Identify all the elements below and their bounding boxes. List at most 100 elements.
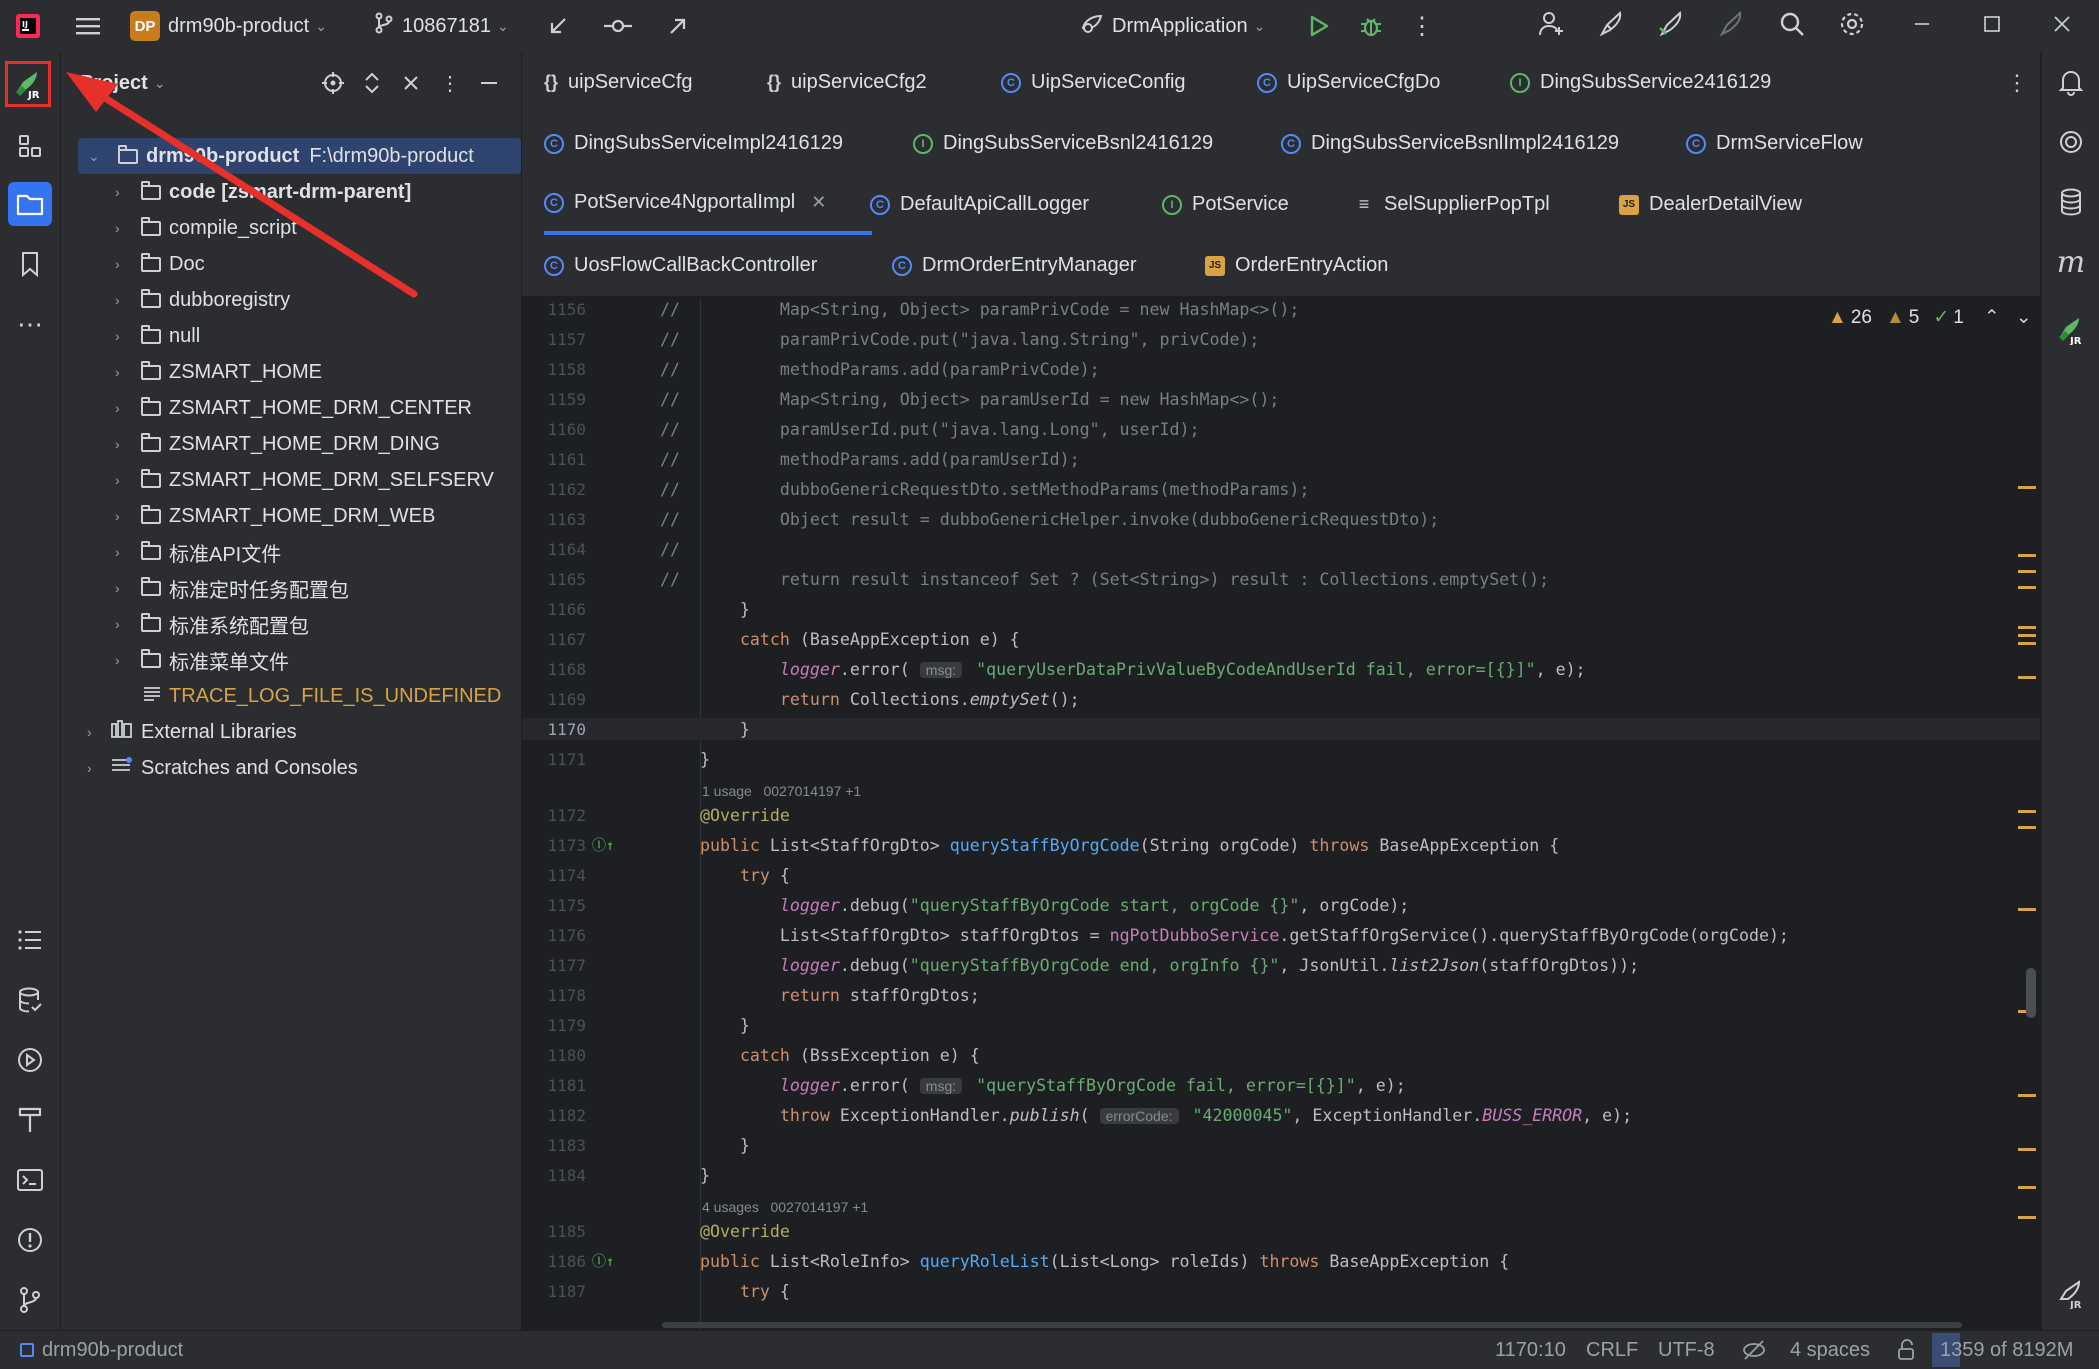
tree-item-standard-menu-files[interactable]: › 标准菜单文件 — [61, 642, 521, 678]
warning-marker[interactable] — [2018, 626, 2036, 629]
update-project-icon[interactable] — [544, 12, 572, 40]
jrebel-panel-icon[interactable]: JR — [5, 61, 51, 107]
minimize-window-icon[interactable] — [1908, 10, 1936, 38]
structure-icon[interactable] — [10, 126, 50, 166]
usages-inlay[interactable]: 4 usages 0027014197 +1 — [702, 1199, 868, 1215]
ai-assistant-icon[interactable] — [2051, 122, 2091, 162]
chevron-right-icon[interactable]: › — [115, 508, 133, 524]
chevron-down-icon[interactable]: ⌄ — [154, 75, 166, 92]
warning-marker[interactable] — [2018, 826, 2036, 829]
todo-list-icon[interactable] — [10, 920, 50, 960]
intellij-logo-icon[interactable]: IJ — [14, 12, 42, 40]
collapse-all-icon[interactable] — [396, 68, 426, 98]
locate-file-icon[interactable] — [318, 68, 348, 98]
editor-tab[interactable]: {} uipServiceCfg — [544, 52, 693, 113]
indent-setting[interactable]: 4 spaces — [1790, 1331, 1870, 1369]
status-project[interactable]: drm90b-product — [20, 1331, 183, 1369]
notifications-bell-icon[interactable] — [2051, 62, 2091, 102]
warning-marker[interactable] — [2018, 1094, 2036, 1097]
horizontal-scrollbar[interactable] — [662, 1322, 1962, 1328]
jrebel-icon[interactable]: JR — [2051, 310, 2091, 350]
memory-indicator[interactable]: 1359 of 8192M — [1932, 1331, 2082, 1369]
lock-icon[interactable] — [1896, 1331, 1916, 1369]
project-switcher[interactable]: DP drm90b-product ⌄ — [130, 8, 327, 44]
warning-marker[interactable] — [2018, 676, 2036, 679]
warning-marker[interactable] — [2018, 642, 2036, 645]
tree-item-doc[interactable]: › Doc — [61, 246, 521, 282]
warning-marker[interactable] — [2018, 634, 2036, 637]
jrebel-deploy-icon[interactable] — [1598, 10, 1626, 38]
tree-item-external-libraries[interactable]: › External Libraries — [61, 714, 521, 750]
settings-gear-icon[interactable] — [1838, 10, 1866, 38]
terminal-icon[interactable] — [10, 1160, 50, 1200]
jrebel-console-icon[interactable]: JR — [2051, 1274, 2091, 1314]
close-window-icon[interactable] — [2048, 10, 2076, 38]
tab-options-icon[interactable]: ⋮ — [2006, 52, 2028, 113]
tree-item-compile-script[interactable]: › compile_script — [61, 210, 521, 246]
services-icon[interactable] — [10, 1040, 50, 1080]
chevron-right-icon[interactable]: › — [115, 580, 133, 596]
tree-item-zsmart-home-drm-web[interactable]: › ZSMART_HOME_DRM_WEB — [61, 498, 521, 534]
tree-item-code[interactable]: › code [zsmart-drm-parent] — [61, 174, 521, 210]
chevron-right-icon[interactable]: › — [87, 760, 105, 776]
chevron-right-icon[interactable]: › — [115, 256, 133, 272]
problems-icon[interactable] — [10, 1220, 50, 1260]
chevron-right-icon[interactable]: › — [115, 436, 133, 452]
warning-marker[interactable] — [2018, 1186, 2036, 1189]
project-folder-icon[interactable] — [8, 182, 52, 226]
build-hammer-icon[interactable] — [10, 1100, 50, 1140]
warning-marker[interactable] — [2018, 554, 2036, 557]
tree-item-scratches-and-consoles[interactable]: › Scratches and Consoles — [61, 750, 521, 786]
maven-icon[interactable]: m — [2051, 242, 2091, 282]
code-editor[interactable]: 1156 // Map<String, Object> paramPrivCode… — [522, 298, 2040, 1330]
caret-position[interactable]: 1170:10 — [1495, 1331, 1566, 1369]
warning-marker[interactable] — [2018, 1148, 2036, 1151]
search-icon[interactable] — [1778, 10, 1806, 38]
editor-tab[interactable]: C UosFlowCallBackController — [544, 235, 817, 296]
editor-scrollbar-thumb[interactable] — [2026, 968, 2036, 1018]
branch-switcher[interactable]: 10867181 ⌄ — [374, 8, 509, 44]
editor-tab[interactable]: C DefaultApiCallLogger — [870, 174, 1089, 235]
chevron-right-icon[interactable]: › — [115, 400, 133, 416]
debug-icon[interactable] — [1357, 12, 1385, 40]
maximize-window-icon[interactable] — [1978, 10, 2006, 38]
chevron-right-icon[interactable]: › — [115, 184, 133, 200]
tree-item-root[interactable]: ⌄ drm90b-product F:\drm90b-product — [78, 138, 521, 174]
implements-method-gutter-icon[interactable]: Ⓘ↑ — [592, 835, 614, 855]
tree-item-standard-scheduled-tasks[interactable]: › 标准定时任务配置包 — [61, 570, 521, 606]
panel-options-icon[interactable]: ⋮ — [435, 68, 465, 98]
editor-tab[interactable]: C DingSubsServiceImpl2416129 — [544, 113, 843, 174]
chevron-right-icon[interactable]: › — [115, 364, 133, 380]
editor-tab[interactable]: C DrmServiceFlow — [1686, 113, 1863, 174]
database-icon[interactable] — [2051, 182, 2091, 222]
editor-tab[interactable]: {} uipServiceCfg2 — [767, 52, 927, 113]
chevron-right-icon[interactable]: › — [115, 616, 133, 632]
chevron-right-icon[interactable]: › — [115, 544, 133, 560]
editor-tab[interactable]: C DingSubsServiceBsnlImpl2416129 — [1281, 113, 1619, 174]
project-panel-title[interactable]: Project — [80, 72, 148, 95]
warning-marker[interactable] — [2018, 1216, 2036, 1219]
editor-tab[interactable]: JS OrderEntryAction — [1205, 235, 1388, 296]
editor-tab[interactable]: I PotService — [1162, 174, 1289, 235]
tree-item-standard-api[interactable]: › 标准API文件 — [61, 534, 521, 570]
bookmarks-icon[interactable] — [10, 244, 50, 284]
warning-marker[interactable] — [2018, 586, 2036, 589]
chevron-right-icon[interactable]: › — [115, 328, 133, 344]
run-icon[interactable] — [1305, 12, 1333, 40]
file-encoding[interactable]: UTF-8 — [1658, 1331, 1715, 1369]
chevron-right-icon[interactable]: › — [115, 472, 133, 488]
editor-tab[interactable]: C DrmOrderEntryManager — [892, 235, 1137, 296]
editor-tab[interactable]: C UipServiceConfig — [1001, 52, 1186, 113]
editor-tab[interactable]: I DingSubsService2416129 — [1510, 52, 1771, 113]
more-tool-windows-icon[interactable]: ⋯ — [10, 304, 50, 344]
jrebel-run-icon[interactable] — [1658, 10, 1686, 38]
add-user-icon[interactable] — [1538, 10, 1566, 38]
editor-tab[interactable]: I DingSubsServiceBsnl2416129 — [913, 113, 1213, 174]
more-actions-icon[interactable]: ⋮ — [1408, 12, 1436, 40]
run-config-selector[interactable]: DrmApplication ⌄ — [1080, 8, 1265, 44]
tree-item-zsmart-home[interactable]: › ZSMART_HOME — [61, 354, 521, 390]
editor-tab[interactable]: ≡ SelSupplierPopTpl — [1354, 174, 1550, 235]
tree-item-zsmart-home-drm-center[interactable]: › ZSMART_HOME_DRM_CENTER — [61, 390, 521, 426]
warning-marker[interactable] — [2018, 908, 2036, 911]
chevron-right-icon[interactable]: › — [87, 724, 105, 740]
